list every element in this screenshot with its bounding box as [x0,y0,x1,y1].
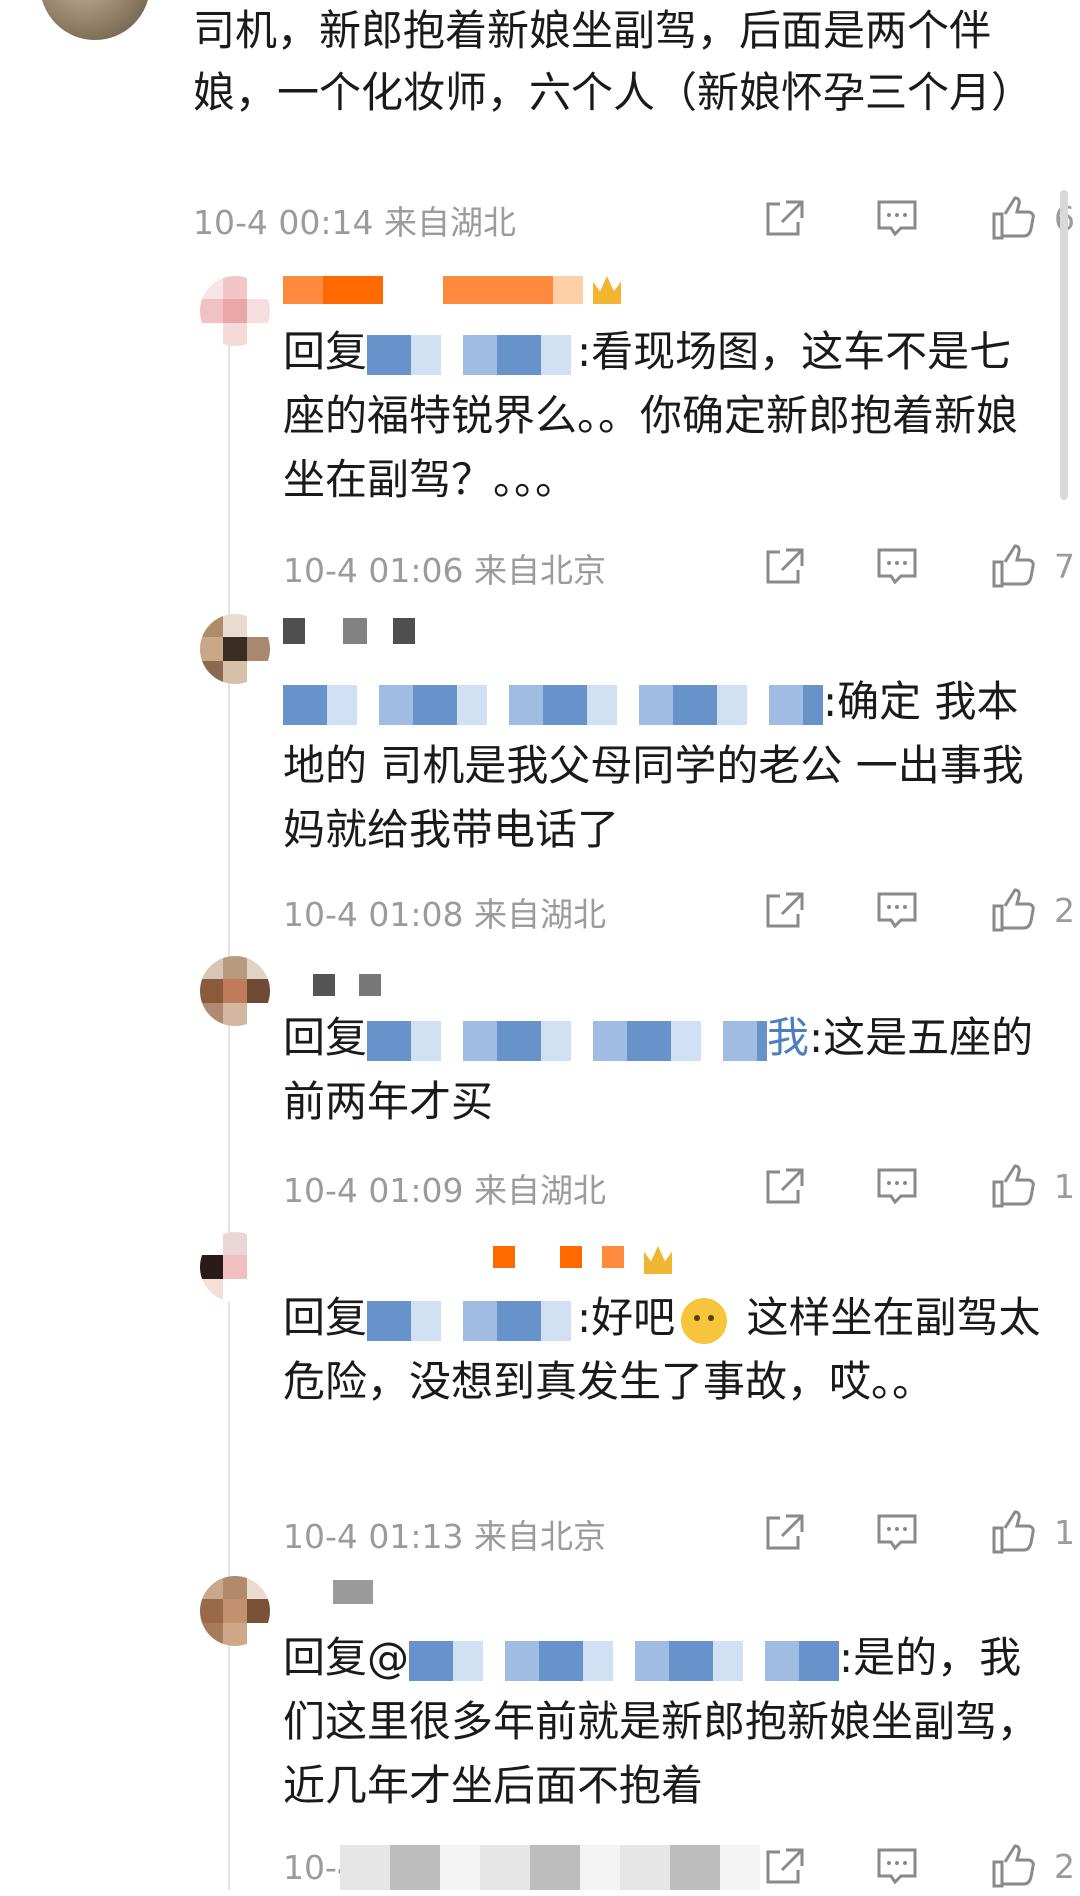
comment-button[interactable] [875,880,919,940]
mention-link[interactable] [367,1020,768,1061]
reply-actions: 1 [750,1502,1080,1562]
comment-button[interactable] [875,536,919,596]
comment-icon [877,1514,917,1551]
like-count: 1 [1054,1166,1075,1206]
reply-prefix: 回复@ [283,1633,410,1682]
thumbs-up-icon [992,196,1035,240]
comment-icon [877,200,917,237]
post-author-avatar[interactable] [40,0,150,40]
share-icon [766,200,804,236]
comment-icon [877,1848,917,1885]
comment-icon [877,548,917,585]
mention-suffix[interactable]: 我 [767,1013,809,1062]
like-button[interactable]: 2 [990,880,1075,940]
reply-prefix: 回复 [283,1013,368,1062]
avatar[interactable] [200,614,270,684]
reply-text: :确定 我本地的 司机是我父母同学的老公 一出事我妈就给我带电话了 [283,670,1043,862]
reply-actions: 7 [750,536,1080,596]
reply-text: 回复 我:这是五座的 前两年才买 [283,1006,1043,1134]
share-button[interactable] [762,1502,806,1562]
share-icon [766,1168,804,1204]
reply-prefix: 回复 [283,327,368,376]
share-icon [766,548,804,584]
scrollbar[interactable] [1060,190,1068,500]
comment-button[interactable] [875,1836,919,1896]
username[interactable] [283,1580,373,1620]
username[interactable] [283,276,621,316]
avatar[interactable] [200,1232,270,1302]
like-button[interactable]: 2 [990,1836,1075,1896]
share-button[interactable] [762,536,806,596]
share-icon [766,1514,804,1550]
reply-text: 回复:好吧 这样坐在副驾太危险，没想到真发生了事故，哎。。 [283,1286,1043,1414]
comment-button[interactable] [875,1502,919,1562]
like-button[interactable]: 7 [990,536,1075,596]
mention-link[interactable] [409,1640,840,1681]
thumbs-up-icon [992,888,1035,932]
reply-body: :好吧 [577,1293,676,1342]
reply-text: 回复:看现场图，这车不是七座的福特锐界么。。你确定新郎抱着新娘坐在副驾？。。。 [283,320,1043,512]
comment-icon [877,1168,917,1205]
thread-line [228,300,230,1890]
share-icon [766,1848,804,1884]
like-count: 1 [1054,1512,1075,1552]
reply-actions: 2 [750,880,1080,940]
like-button[interactable]: 1 [990,1156,1075,1216]
like-count: 7 [1054,546,1075,586]
share-button[interactable] [762,188,806,248]
avatar[interactable] [200,956,270,1026]
thumbs-up-icon [992,1844,1035,1888]
like-count: 2 [1054,1846,1075,1886]
avatar[interactable] [200,1576,270,1646]
comment-icon [877,892,917,929]
like-count: 2 [1054,890,1075,930]
share-button[interactable] [762,1836,806,1896]
username[interactable] [283,618,423,658]
post-meta: 10-4 00:14 来自湖北 [193,203,516,242]
mention-link[interactable] [367,1300,578,1341]
mention-link[interactable] [367,334,578,375]
share-icon [766,892,804,928]
like-button[interactable]: 1 [990,1502,1075,1562]
mention-link[interactable] [283,684,823,725]
post-actions: 6 [750,188,1080,248]
reply-actions: 2 [750,1836,1080,1896]
reply-meta: 10-4 01:06 来自北京 [283,551,606,590]
thumbs-up-icon [992,1510,1035,1554]
post-text: 司机，新郎抱着新娘坐副驾，后面是两个伴娘，一个化妆师，六个人（新娘怀孕三个月） [193,6,1034,117]
comment-button[interactable] [875,188,919,248]
reply-meta: 10-4 01:09 来自湖北 [283,1171,606,1210]
avatar[interactable] [200,276,270,346]
username[interactable] [283,1246,672,1286]
thumbs-up-icon [992,544,1035,588]
reply-meta: 10-4 01:13 来自北京 [283,1517,606,1556]
obscured-region [340,1845,760,1890]
disappointed-emoji-icon [681,1297,728,1344]
reply-actions: 1 [750,1156,1080,1216]
thumbs-up-icon [992,1164,1035,1208]
reply-prefix: 回复 [283,1293,368,1342]
comment-button[interactable] [875,1156,919,1216]
reply-meta: 10-4 01:08 来自湖北 [283,895,606,934]
reply-text: 回复@:是的，我们这里很多年前就是新郎抱新娘坐副驾，近几年才坐后面不抱着 [283,1626,1043,1818]
share-button[interactable] [762,1156,806,1216]
share-button[interactable] [762,880,806,940]
